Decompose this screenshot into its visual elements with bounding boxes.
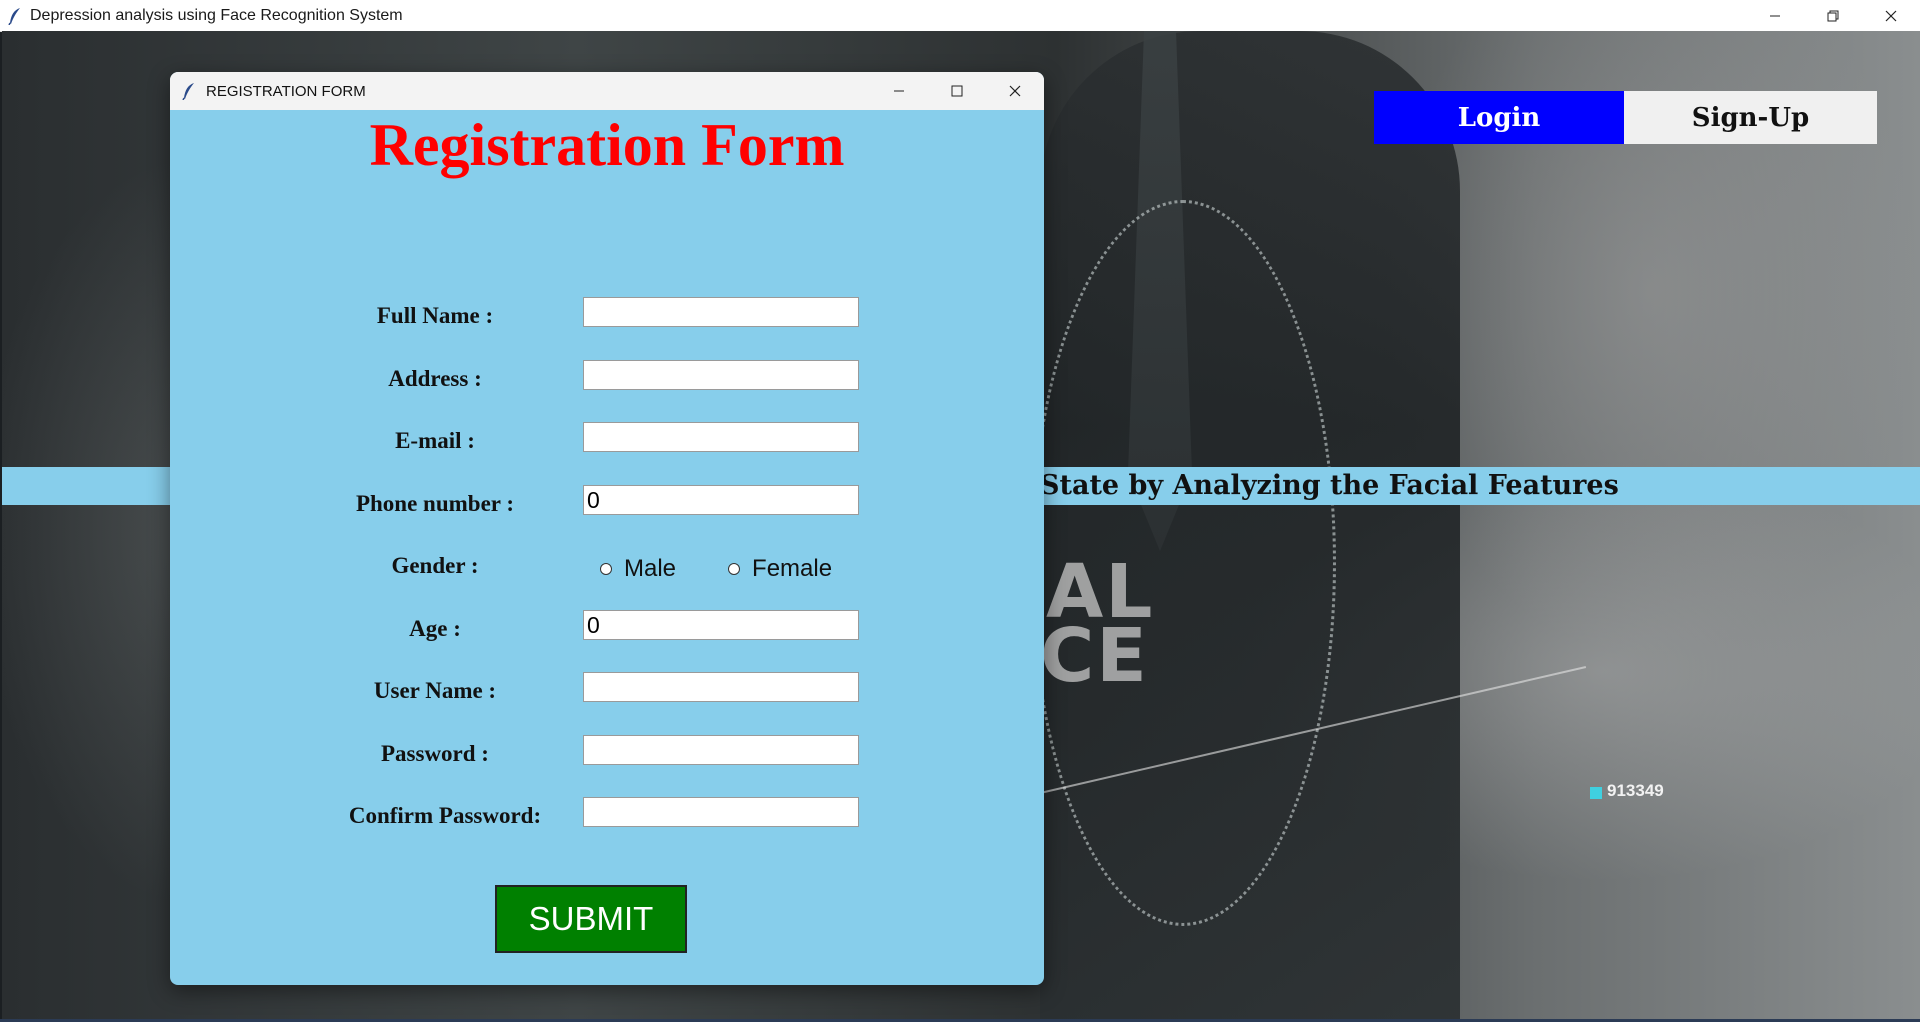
background-ai-text: AL CE xyxy=(1040,555,1154,699)
age-label: Age : xyxy=(409,616,461,641)
minimize-icon xyxy=(1770,15,1780,16)
registration-dialog: REGISTRATION FORM Registration Form Full… xyxy=(170,72,1044,985)
email-input[interactable] xyxy=(583,422,859,452)
background-marker xyxy=(1590,787,1602,799)
form-heading: Registration Form xyxy=(369,112,845,178)
minimize-icon xyxy=(894,90,904,92)
close-icon xyxy=(1885,10,1897,21)
phone-input[interactable] xyxy=(583,485,859,515)
dialog-titlebar: REGISTRATION FORM xyxy=(170,72,1044,110)
full-name-label: Full Name : xyxy=(376,303,494,328)
maximize-icon xyxy=(951,85,963,97)
password-input[interactable] xyxy=(583,735,859,765)
confirm-password-label: Confirm Password: xyxy=(348,803,542,828)
close-button[interactable] xyxy=(1862,0,1920,31)
gender-male-option[interactable]: Male xyxy=(600,555,676,583)
dialog-close-button[interactable] xyxy=(986,72,1044,110)
username-label: User Name : xyxy=(373,678,497,703)
gender-radio-group: Male Female xyxy=(600,554,884,584)
dialog-minimize-button[interactable] xyxy=(870,72,928,110)
banner-text: State by Analyzing the Facial Features xyxy=(1040,470,1619,501)
signup-button[interactable]: Sign-Up xyxy=(1624,91,1877,144)
close-icon xyxy=(1009,85,1021,97)
submit-button[interactable]: SUBMIT xyxy=(495,885,687,953)
window-controls xyxy=(1746,0,1920,31)
address-label: Address : xyxy=(388,366,482,391)
main-window-titlebar: Depression analysis using Face Recogniti… xyxy=(0,0,1920,32)
full-name-input[interactable] xyxy=(583,297,859,327)
email-label: E-mail : xyxy=(395,428,475,453)
login-button[interactable]: Login xyxy=(1374,91,1624,144)
background-number: 913349 xyxy=(1607,781,1664,800)
radio-button-female[interactable] xyxy=(728,563,741,575)
address-input[interactable] xyxy=(583,360,859,390)
main-window-title: Depression analysis using Face Recogniti… xyxy=(30,6,403,24)
username-input[interactable] xyxy=(583,672,859,702)
password-label: Password : xyxy=(381,741,489,766)
gender-female-label: Female xyxy=(752,555,833,582)
dialog-maximize-button[interactable] xyxy=(928,72,986,110)
confirm-password-input[interactable] xyxy=(583,797,859,827)
minimize-button[interactable] xyxy=(1746,0,1804,31)
phone-label: Phone number : xyxy=(355,491,515,516)
age-input[interactable] xyxy=(583,610,859,640)
gender-label: Gender : xyxy=(391,553,479,578)
gender-female-option[interactable]: Female xyxy=(728,555,832,583)
gender-male-label: Male xyxy=(624,555,677,582)
restore-icon xyxy=(1827,10,1839,21)
background-ai-text-line2: CE xyxy=(1040,613,1149,699)
radio-button-male[interactable] xyxy=(600,563,612,575)
desktop: Depression analysis using Face Recogniti… xyxy=(0,0,1920,1022)
feather-icon xyxy=(182,82,198,100)
dialog-title: REGISTRATION FORM xyxy=(206,82,366,100)
feather-icon xyxy=(6,7,24,25)
dialog-window-controls xyxy=(870,72,1044,110)
restore-button[interactable] xyxy=(1804,0,1862,31)
